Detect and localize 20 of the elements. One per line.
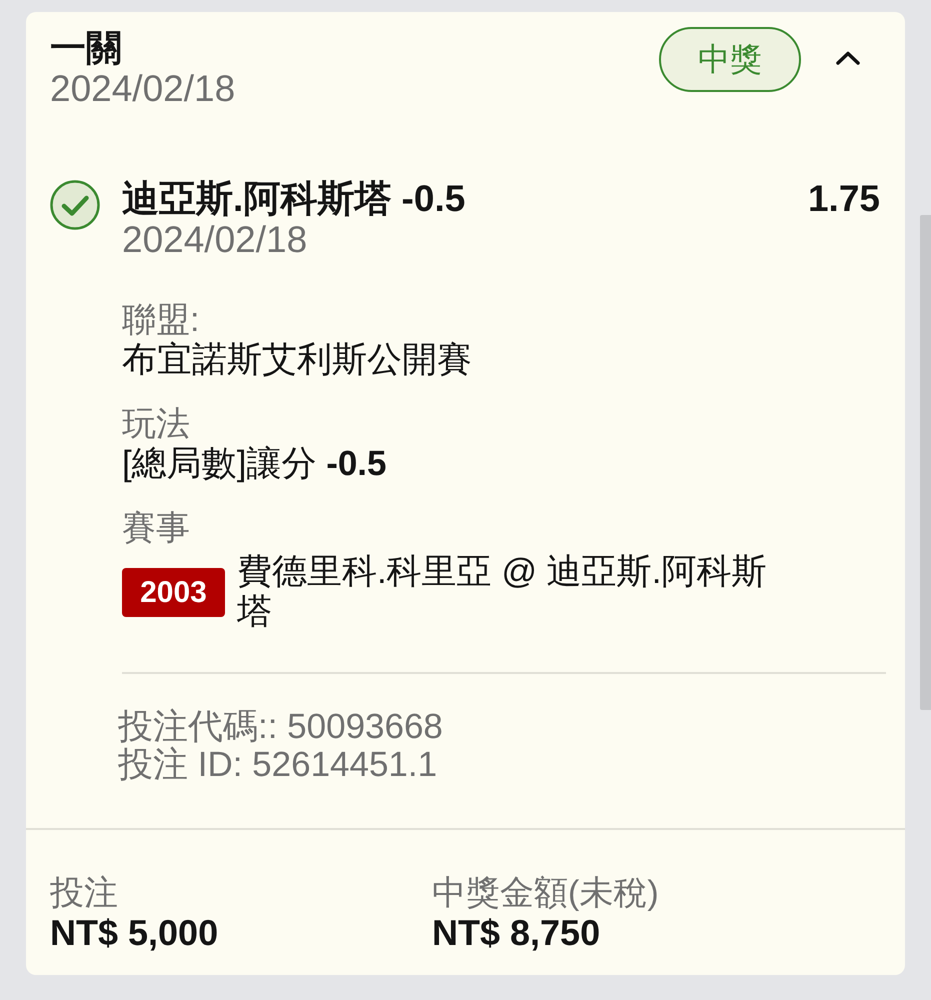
odds-value: 1.75 — [808, 178, 880, 219]
detail-label: 聯盟: — [122, 300, 200, 340]
selection-title: 迪亞斯.阿科斯塔 -0.5 — [122, 178, 466, 219]
detail-label: 賽事 — [122, 508, 190, 548]
event-number-tag: 2003 — [122, 568, 225, 617]
bet-type-title: 一關 — [50, 27, 122, 68]
total-value: NT$ 8,750 — [432, 913, 600, 953]
status-tag: 中獎 — [659, 27, 801, 92]
bet-id: 投注 ID: 52614451.1 — [118, 746, 438, 784]
bet-date: 2024/02/18 — [50, 68, 236, 109]
total-label: 投注 — [50, 873, 118, 913]
match-name: 費德里科.科里亞 @ 迪亞斯.阿科斯塔 — [237, 552, 768, 632]
detail-label: 玩法 — [122, 404, 190, 444]
detail-value: [總局數]讓分 -0.5 — [122, 444, 386, 484]
detail-value: 布宜諾斯艾利斯公開賽 — [122, 340, 472, 380]
total-value: NT$ 5,000 — [50, 913, 218, 953]
bet-code: 投注代碼:: 50093668 — [118, 708, 443, 746]
selection-date: 2024/02/18 — [122, 219, 308, 260]
chevron-up-icon[interactable] — [836, 51, 860, 65]
total-label: 中獎金額(未稅) — [432, 873, 659, 913]
